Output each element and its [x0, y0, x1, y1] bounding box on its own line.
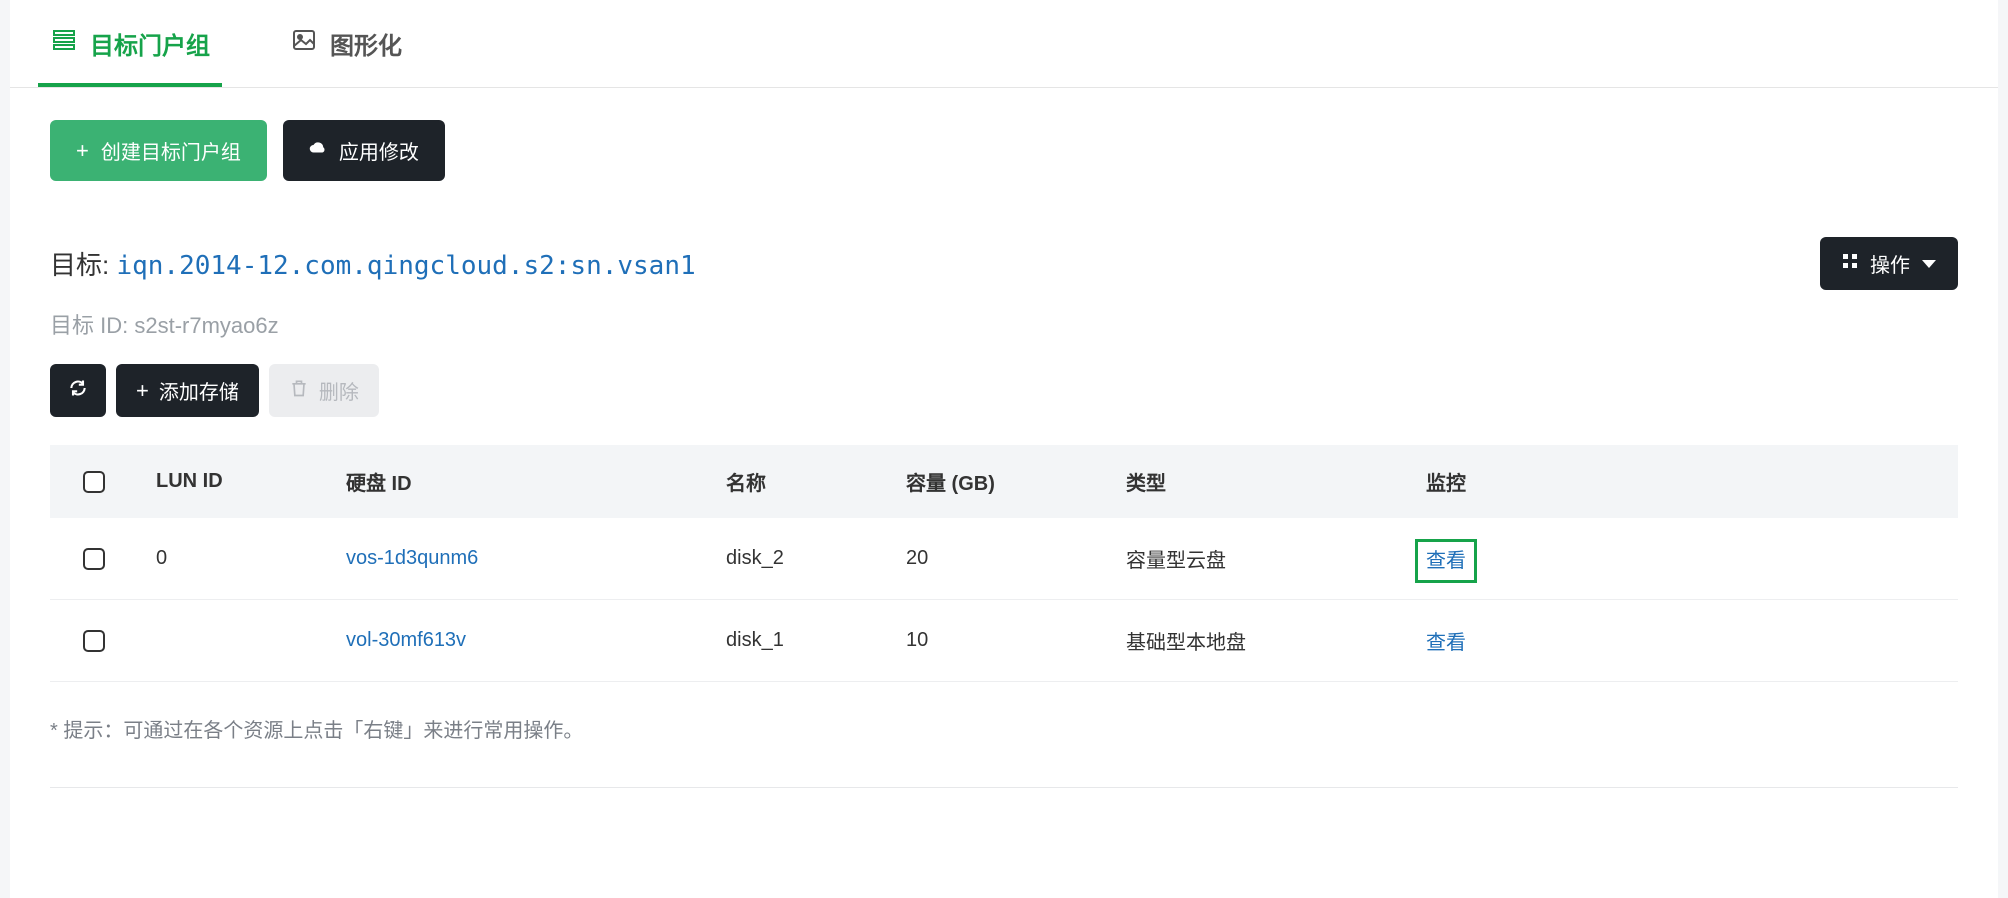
select-all-checkbox[interactable] — [83, 471, 105, 493]
header-monitor: 监控 — [1408, 445, 1958, 518]
tab-label: 目标门户组 — [90, 26, 210, 61]
tab-target-group[interactable]: 目标门户组 — [38, 0, 222, 87]
target-id-label: 目标 ID: — [50, 313, 128, 338]
tab-label: 图形化 — [330, 26, 402, 61]
view-monitor-link[interactable]: 查看 — [1426, 550, 1466, 572]
hint-text: * 提示：可通过在各个资源上点击「右键」来进行常用操作。 — [50, 682, 1958, 788]
cell-type: 基础型本地盘 — [1108, 600, 1408, 682]
row-checkbox[interactable] — [83, 630, 105, 652]
main-panel: 目标门户组 图形化 + 创建目标门户组 应用修改 — [10, 0, 1998, 898]
table-row: 0 vos-1d3qunm6 disk_220容量型云盘查看 — [50, 518, 1958, 600]
disk-id-link[interactable]: vol-30mf613v — [346, 629, 466, 651]
cell-capacity: 20 — [888, 518, 1108, 600]
content-area: + 创建目标门户组 应用修改 目标: iqn.2014-12.com.qingc… — [10, 88, 1998, 788]
header-name: 名称 — [708, 445, 888, 518]
target-id: 目标 ID: s2st-r7myao6z — [50, 308, 1958, 340]
tab-bar: 目标门户组 图形化 — [10, 0, 1998, 88]
cloud-icon — [309, 139, 327, 163]
table-row: vol-30mf613v disk_110基础型本地盘查看 — [50, 600, 1958, 682]
target-header: 目标: iqn.2014-12.com.qingcloud.s2:sn.vsan… — [50, 237, 1958, 290]
cell-name: disk_2 — [708, 518, 888, 600]
button-label: 创建目标门户组 — [101, 136, 241, 165]
target-label: 目标: — [50, 250, 109, 280]
refresh-button[interactable] — [50, 364, 106, 417]
cell-capacity: 10 — [888, 600, 1108, 682]
target-title: 目标: iqn.2014-12.com.qingcloud.s2:sn.vsan… — [50, 245, 696, 282]
button-label: 删除 — [319, 376, 359, 405]
cell-lun-id: 0 — [138, 518, 328, 600]
create-target-group-button[interactable]: + 创建目标门户组 — [50, 120, 267, 181]
disk-id-link[interactable]: vos-1d3qunm6 — [346, 547, 478, 569]
add-storage-button[interactable]: + 添加存储 — [116, 364, 259, 417]
header-type: 类型 — [1108, 445, 1408, 518]
view-monitor-link[interactable]: 查看 — [1426, 632, 1466, 654]
delete-button: 删除 — [269, 364, 379, 417]
header-capacity: 容量 (GB) — [888, 445, 1108, 518]
plus-icon: + — [76, 140, 89, 162]
operations-dropdown[interactable]: 操作 — [1820, 237, 1958, 290]
cell-name: disk_1 — [708, 600, 888, 682]
cell-type: 容量型云盘 — [1108, 518, 1408, 600]
button-label: 应用修改 — [339, 136, 419, 165]
sub-toolbar: + 添加存储 删除 — [50, 364, 1958, 417]
target-id-value: s2st-r7myao6z — [134, 313, 278, 338]
trash-icon — [289, 378, 309, 404]
button-label: 添加存储 — [159, 376, 239, 405]
target-iqn-link[interactable]: iqn.2014-12.com.qingcloud.s2:sn.vsan1 — [116, 251, 695, 281]
apply-changes-button[interactable]: 应用修改 — [283, 120, 445, 181]
refresh-icon — [68, 378, 88, 404]
header-lun-id: LUN ID — [138, 445, 328, 518]
table-header-row: LUN ID 硬盘 ID 名称 容量 (GB) 类型 监控 — [50, 445, 1958, 518]
image-icon — [290, 28, 318, 59]
row-checkbox[interactable] — [83, 548, 105, 570]
primary-toolbar: + 创建目标门户组 应用修改 — [50, 120, 1958, 181]
header-disk-id: 硬盘 ID — [328, 445, 708, 518]
button-label: 操作 — [1870, 249, 1910, 278]
grid-icon — [1842, 252, 1858, 275]
plus-icon: + — [136, 380, 149, 402]
cell-lun-id — [138, 600, 328, 682]
chevron-down-icon — [1922, 260, 1936, 268]
storage-table: LUN ID 硬盘 ID 名称 容量 (GB) 类型 监控 0 vos-1d3qu… — [50, 445, 1958, 682]
tab-visual[interactable]: 图形化 — [278, 0, 414, 87]
list-icon — [50, 28, 78, 59]
